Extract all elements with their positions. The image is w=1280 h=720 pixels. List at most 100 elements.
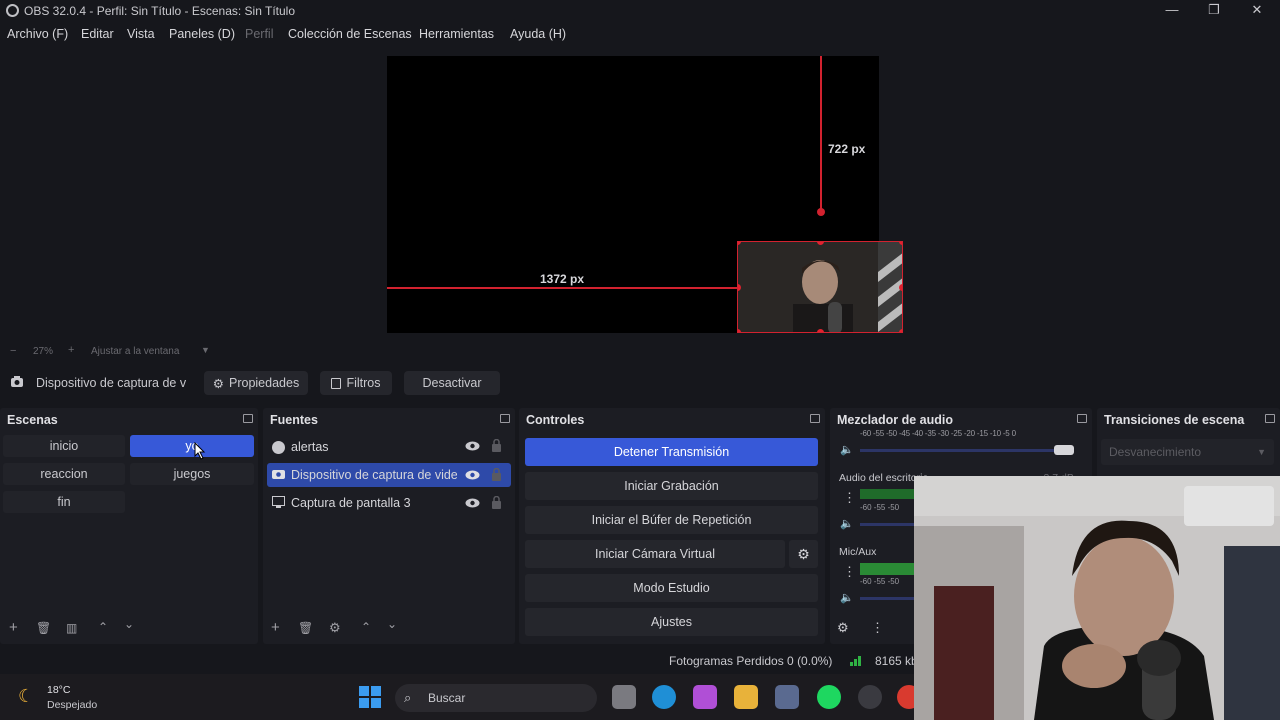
spotify-icon[interactable] — [817, 685, 841, 709]
scene-filters-icon[interactable]: ▥ — [66, 621, 77, 635]
eye-icon[interactable] — [465, 469, 480, 484]
undock-icon[interactable] — [1077, 414, 1087, 423]
preview-zoom-bar: − 27% + Ajustar a la ventana ▼ — [0, 342, 1280, 360]
deactivate-button[interactable]: Desactivar — [404, 371, 500, 395]
weather-temperature: 18°C — [47, 684, 71, 696]
chevron-down-icon[interactable]: ▼ — [201, 345, 210, 355]
lock-icon[interactable] — [491, 467, 502, 484]
replay-buffer-button[interactable]: Iniciar el Búfer de Repetición — [525, 506, 818, 534]
menu-bar: Archivo (F) Editar Vista Paneles (D) Per… — [0, 24, 1280, 44]
move-up-icon[interactable]: ⌃ — [361, 620, 371, 634]
weather-moon-icon[interactable]: ☾ — [18, 686, 34, 707]
settings-button[interactable]: Ajustes — [525, 608, 818, 636]
minimize-button[interactable]: — — [1160, 2, 1184, 20]
menu-herramientas[interactable]: Herramientas — [419, 27, 494, 41]
windows-start-icon[interactable] — [359, 686, 381, 711]
scene-inicio[interactable]: inicio — [3, 435, 125, 457]
menu-vista[interactable]: Vista — [127, 27, 155, 41]
source-toolbar: Dispositivo de captura de v ⚙ Propiedades… — [0, 368, 1280, 398]
desktop-audio-meter — [860, 489, 914, 499]
volume-icon[interactable]: 🔈 — [840, 591, 854, 604]
eye-icon[interactable] — [465, 440, 480, 455]
fit-to-window-label[interactable]: Ajustar a la ventana — [91, 346, 179, 357]
menu-perfil[interactable]: Perfil — [245, 27, 273, 41]
gear-icon[interactable]: ⚙ — [329, 620, 341, 636]
volume-icon[interactable]: 🔈 — [840, 517, 854, 530]
controls-title: Controles — [526, 413, 585, 427]
transition-selected-label: Desvanecimiento — [1109, 445, 1202, 459]
mouse-cursor-icon — [194, 442, 206, 460]
volume-slider-track[interactable] — [860, 523, 914, 526]
trash-icon[interactable]: 🗑 — [298, 621, 313, 635]
volume-slider-handle[interactable] — [1054, 445, 1074, 455]
kebab-menu-icon[interactable]: ⋮ — [871, 620, 884, 636]
volume-icon[interactable]: 🔈 — [840, 443, 854, 456]
undock-icon[interactable] — [810, 414, 820, 423]
lock-icon[interactable] — [491, 495, 502, 512]
source-label: Dispositivo de captura de vide — [291, 468, 457, 482]
zoom-out-button[interactable]: − — [10, 345, 16, 357]
title-bar: OBS 32.0.4 - Perfil: Sin Título - Escena… — [0, 0, 1280, 22]
stop-streaming-button[interactable]: Detener Transmisión — [525, 438, 818, 466]
zoom-in-button[interactable]: + — [68, 344, 74, 356]
move-down-icon[interactable]: ⌄ — [387, 617, 397, 631]
undock-icon[interactable] — [243, 414, 253, 423]
transition-select[interactable]: Desvanecimiento ▼ — [1101, 439, 1274, 465]
volume-slider-track[interactable] — [860, 597, 914, 600]
source-label: Captura de pantalla 3 — [291, 496, 411, 510]
monitor-icon — [272, 495, 285, 511]
file-explorer-icon[interactable] — [734, 685, 758, 709]
move-down-icon[interactable]: ⌄ — [124, 617, 134, 631]
webcam-person-image — [914, 476, 1280, 720]
trash-icon[interactable]: 🗑 — [36, 621, 51, 635]
menu-paneles[interactable]: Paneles (D) — [169, 27, 235, 41]
undock-icon[interactable] — [500, 414, 510, 423]
menu-ayuda[interactable]: Ayuda (H) — [510, 27, 566, 41]
close-button[interactable]: ✕ — [1245, 2, 1269, 20]
menu-archivo[interactable]: Archivo (F) — [7, 27, 68, 41]
edge-browser-icon[interactable] — [652, 685, 676, 709]
add-source-button[interactable]: + — [271, 619, 280, 636]
mixer-scale-short: -60 -55 -50 — [860, 503, 900, 512]
advanced-audio-icon[interactable]: ⚙ — [837, 620, 849, 636]
dropped-frames-status: Fotogramas Perdidos 0 (0.0%) — [669, 654, 833, 668]
properties-button[interactable]: ⚙ Propiedades — [204, 371, 308, 395]
menu-coleccion-escenas[interactable]: Colección de Escenas — [288, 27, 412, 41]
undock-icon[interactable] — [1265, 414, 1275, 423]
eye-icon[interactable] — [465, 497, 480, 512]
kebab-menu-icon[interactable]: ⋮ — [843, 564, 856, 580]
task-view-icon[interactable] — [612, 685, 636, 709]
scene-fin[interactable]: fin — [3, 491, 125, 513]
scene-yo[interactable]: yo — [130, 435, 254, 457]
search-placeholder: Buscar — [428, 691, 466, 705]
store-icon[interactable] — [775, 685, 799, 709]
height-guide-label: 722 px — [828, 142, 866, 156]
scene-juegos[interactable]: juegos — [130, 463, 254, 485]
sources-title: Fuentes — [270, 413, 318, 427]
filters-label: Filtros — [346, 376, 381, 390]
mixer-title: Mezclador de audio — [837, 413, 953, 427]
filters-button[interactable]: Filtros — [320, 371, 392, 395]
copilot-icon[interactable] — [693, 685, 717, 709]
filter-icon — [331, 377, 342, 389]
scene-reaccion[interactable]: reaccion — [3, 463, 125, 485]
kebab-menu-icon[interactable]: ⋮ — [843, 490, 856, 506]
studio-mode-button[interactable]: Modo Estudio — [525, 574, 818, 602]
virtual-camera-button[interactable]: Iniciar Cámara Virtual — [525, 540, 785, 568]
obs-taskbar-icon[interactable] — [858, 685, 882, 709]
menu-editar[interactable]: Editar — [81, 27, 114, 41]
virtual-camera-settings-icon[interactable]: ⚙ — [789, 540, 818, 568]
start-recording-button[interactable]: Iniciar Grabación — [525, 472, 818, 500]
move-up-icon[interactable]: ⌃ — [98, 620, 108, 634]
webcam-preview-image — [738, 242, 902, 332]
camera-icon — [10, 376, 24, 388]
add-scene-button[interactable]: + — [9, 619, 18, 636]
maximize-button[interactable]: ❐ — [1202, 2, 1226, 20]
taskbar-search[interactable]: ⌕ Buscar — [395, 684, 597, 712]
volume-slider-track[interactable] — [860, 449, 1072, 452]
selected-source-thumbnail[interactable] — [737, 241, 903, 333]
globe-icon — [272, 440, 285, 454]
lock-icon[interactable] — [491, 438, 502, 455]
gear-icon: ⚙ — [212, 376, 224, 391]
mixer-scale-short: -60 -55 -50 — [860, 577, 900, 586]
